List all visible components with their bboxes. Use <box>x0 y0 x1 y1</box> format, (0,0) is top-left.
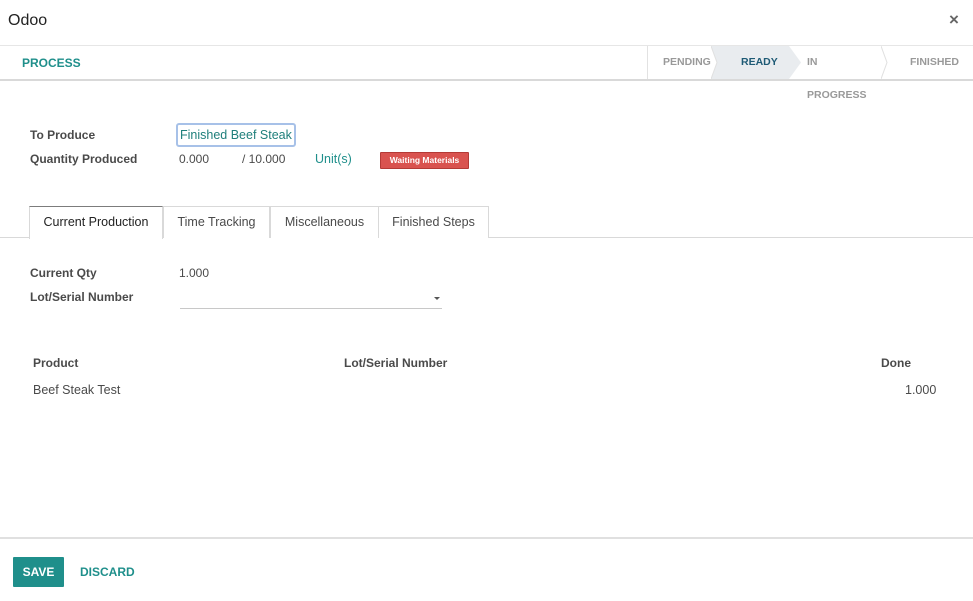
current-qty-label: Current Qty <box>30 266 97 280</box>
stage-separator-icon <box>711 46 723 79</box>
tab-time-tracking[interactable]: Time Tracking <box>163 206 270 238</box>
stage-label: READY <box>741 56 778 68</box>
current-qty-value[interactable]: 1.000 <box>179 266 209 280</box>
modal-header: Odoo × <box>0 0 973 46</box>
to-produce-label: To Produce <box>30 128 96 142</box>
tab-current-production[interactable]: Current Production <box>29 206 163 239</box>
stage-label: FINISHED <box>910 56 960 68</box>
stage-in-progress[interactable]: IN PROGRESS <box>789 46 888 101</box>
modal-footer: SAVE DISCARD <box>0 537 973 601</box>
close-icon[interactable]: × <box>945 10 963 30</box>
tab-miscellaneous[interactable]: Miscellaneous <box>270 206 379 238</box>
save-button[interactable]: SAVE <box>13 557 64 587</box>
stage-pipeline: PENDING READY IN PROGRESS FINISHED <box>647 46 973 101</box>
modal-title: Odoo <box>8 12 48 29</box>
production-dialog: Odoo × PROCESS PENDING READY IN PROGRESS… <box>0 0 973 601</box>
discard-button[interactable]: DISCARD <box>80 557 135 587</box>
notebook-tabs: Current Production Time Tracking Miscell… <box>0 206 973 239</box>
quantity-produced-label: Quantity Produced <box>30 152 138 166</box>
caret-down-icon <box>434 297 440 300</box>
stage-label: PENDING <box>663 56 711 68</box>
lot-serial-select[interactable] <box>180 289 442 309</box>
stage-pending[interactable]: PENDING <box>647 46 723 79</box>
lot-serial-label: Lot/Serial Number <box>30 290 134 304</box>
row-product: Beef Steak Test <box>33 383 121 397</box>
statusbar: PROCESS PENDING READY IN PROGRESS FINISH… <box>0 46 973 101</box>
stage-ready[interactable]: READY <box>717 46 801 79</box>
column-header-lot: Lot/Serial Number <box>344 356 448 370</box>
status-badge: Waiting Materials <box>380 152 469 169</box>
row-done: 1.000 <box>905 383 937 397</box>
stage-finished[interactable]: FINISHED <box>887 46 973 79</box>
stage-label: IN PROGRESS <box>807 56 867 101</box>
column-header-done: Done <box>881 356 911 370</box>
quantity-total: / 10.000 <box>242 152 286 166</box>
process-button[interactable]: PROCESS <box>22 56 81 70</box>
column-header-product: Product <box>33 356 79 370</box>
to-produce-field[interactable]: Finished Beef Steak <box>176 123 296 147</box>
unit-link[interactable]: Unit(s) <box>315 152 352 166</box>
quantity-produced-value[interactable]: 0.000 <box>179 152 209 166</box>
tab-finished-steps[interactable]: Finished Steps <box>378 206 489 238</box>
stage-separator-icon <box>881 46 888 79</box>
stage-separator-icon <box>789 46 801 79</box>
